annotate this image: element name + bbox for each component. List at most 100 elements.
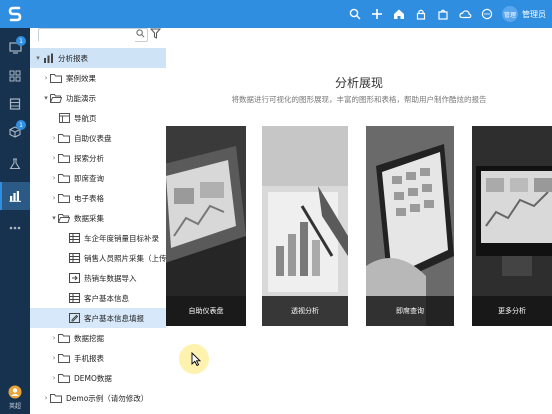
- card-dashboard[interactable]: 自助仪表盘: [166, 126, 246, 326]
- nav-data[interactable]: [0, 90, 30, 118]
- resource-tree-panel: ▾ 分析报表 › 案例效果 ▾ 功能演示 导航页 › 自助仪表盘 › 探索分析 …: [30, 28, 204, 414]
- folder-icon: [58, 193, 70, 203]
- folder-open-icon: [58, 213, 70, 223]
- search-icon[interactable]: [136, 29, 145, 38]
- bag-icon[interactable]: [436, 7, 450, 21]
- page-subtitle: 将数据进行可视化的图形展现，丰富的图形和表格，帮助用户制作酷炫的报告: [231, 95, 487, 104]
- tree-item-label: 案例效果: [66, 73, 96, 83]
- chevron-down-icon[interactable]: ▾: [50, 214, 58, 222]
- chevron-right-icon[interactable]: ›: [50, 374, 58, 382]
- chevron-right-icon[interactable]: ›: [50, 334, 58, 342]
- chevron-right-icon[interactable]: ›: [50, 354, 58, 362]
- card-more-analysis[interactable]: 更多分析: [472, 126, 552, 326]
- tree-item-label: 探索分析: [74, 153, 104, 163]
- user-name[interactable]: 管理员: [522, 9, 546, 20]
- tree-item-label: DEMO数据: [74, 373, 112, 383]
- cloud-icon[interactable]: [458, 7, 472, 21]
- tree-item-label: 即席查询: [74, 173, 104, 183]
- chevron-right-icon[interactable]: ›: [50, 154, 58, 162]
- table-icon: [68, 253, 80, 263]
- badge: 1: [16, 120, 26, 130]
- tree-item-mobile-reports[interactable]: › 手机报表: [30, 348, 186, 368]
- lock-icon[interactable]: [414, 7, 428, 21]
- grid-icon: [9, 70, 21, 82]
- nav-more[interactable]: [0, 214, 30, 242]
- mouse-cursor-icon: [191, 352, 201, 366]
- tree-item-demo-examples[interactable]: › Demo示例（请勿修改）: [30, 388, 178, 408]
- chevron-right-icon[interactable]: ›: [50, 134, 58, 142]
- folder-open-icon: [50, 93, 62, 103]
- user-menu[interactable]: 管理 管理员: [502, 6, 546, 22]
- logo[interactable]: [0, 0, 30, 28]
- tree-item-feature-demo[interactable]: ▾ 功能演示: [30, 88, 178, 108]
- tree-item-label: 数据挖掘: [74, 333, 104, 343]
- user-icon: [8, 385, 22, 399]
- tree-item-demo-data[interactable]: › DEMO数据: [30, 368, 186, 388]
- tree-item-label: 功能演示: [66, 93, 96, 103]
- card-pivot-analysis[interactable]: 透视分析: [262, 126, 348, 326]
- tree-item-label: 车企年度销量目标补录: [84, 233, 159, 243]
- main-content: 分析展现 将数据进行可视化的图形展现，丰富的图形和表格，帮助用户制作酷炫的报告 …: [166, 28, 552, 414]
- tree-item-adhoc[interactable]: › 即席查询: [30, 168, 186, 188]
- tree-item-analysis-reports[interactable]: ▾ 分析报表: [30, 48, 170, 68]
- chevron-right-icon[interactable]: ›: [42, 394, 50, 402]
- nav-flask[interactable]: [0, 150, 30, 178]
- chevron-down-icon[interactable]: ▾: [42, 94, 50, 102]
- folder-icon: [50, 393, 62, 403]
- chevron-right-icon[interactable]: ›: [42, 74, 50, 82]
- badge: 1: [16, 36, 26, 46]
- nav-apps[interactable]: [0, 62, 30, 90]
- form-icon: [68, 313, 80, 323]
- search-box[interactable]: [38, 28, 148, 48]
- more-icon: [9, 226, 21, 230]
- search-icon[interactable]: [348, 7, 362, 21]
- flask-icon: [9, 158, 21, 170]
- card-caption: 透视分析: [262, 296, 348, 326]
- tree-item-explore[interactable]: › 探索分析: [30, 148, 186, 168]
- filter-icon[interactable]: [150, 28, 161, 39]
- tree-item-label: 导航页: [74, 113, 97, 123]
- tree-item-label: 自助仪表盘: [74, 133, 112, 143]
- page-icon: [58, 113, 70, 123]
- top-toolbar: 管理 管理员: [348, 0, 546, 28]
- tree-item-label: Demo示例（请勿修改）: [66, 393, 149, 403]
- folder-icon: [58, 153, 70, 163]
- nav-cube[interactable]: 1: [0, 118, 30, 146]
- chat-icon[interactable]: [480, 7, 494, 21]
- plus-icon[interactable]: [370, 7, 384, 21]
- chevron-right-icon[interactable]: ›: [50, 194, 58, 202]
- card-adhoc-query[interactable]: 即席查询: [366, 126, 454, 326]
- card-caption: 即席查询: [366, 296, 454, 326]
- home-icon[interactable]: [392, 7, 406, 21]
- tree-item-data-collection[interactable]: ▾ 数据采集: [30, 208, 186, 228]
- page-title: 分析展现: [334, 76, 383, 90]
- tree-item-label: 数据采集: [74, 213, 104, 223]
- table-icon: [68, 233, 80, 243]
- folder-icon: [58, 133, 70, 143]
- search-input[interactable]: [39, 37, 135, 48]
- folder-icon: [58, 373, 70, 383]
- avatar[interactable]: 管理: [502, 6, 518, 22]
- tree-item-label: 热销车数据导入: [84, 273, 137, 283]
- s-logo-icon: [8, 6, 22, 22]
- tree-item-data-mining[interactable]: › 数据挖掘: [30, 328, 186, 348]
- tree-item-spreadsheet[interactable]: › 电子表格: [30, 188, 186, 208]
- bar-chart-icon: [9, 191, 21, 202]
- tree-item-case-effects[interactable]: › 案例效果: [30, 68, 178, 88]
- bar-chart-icon: [42, 53, 54, 63]
- nav-analysis[interactable]: [0, 182, 30, 210]
- top-bar: 管理 管理员: [0, 0, 552, 28]
- chevron-right-icon[interactable]: ›: [50, 174, 58, 182]
- tree-item-dashboard[interactable]: › 自助仪表盘: [30, 128, 186, 148]
- chevron-down-icon[interactable]: ▾: [34, 54, 42, 62]
- folder-icon: [58, 333, 70, 343]
- folder-icon: [58, 353, 70, 363]
- nav-user[interactable]: 英超: [0, 385, 30, 410]
- tree-item-label: 电子表格: [74, 193, 104, 203]
- tree-item-label: 分析报表: [58, 53, 88, 63]
- nav-monitor[interactable]: 1: [0, 34, 30, 62]
- tree-item-label: 客户基本信息填报: [84, 313, 144, 323]
- tree-item-label: 客户基本信息: [84, 293, 129, 303]
- import-icon: [68, 273, 80, 283]
- table-icon: [68, 293, 80, 303]
